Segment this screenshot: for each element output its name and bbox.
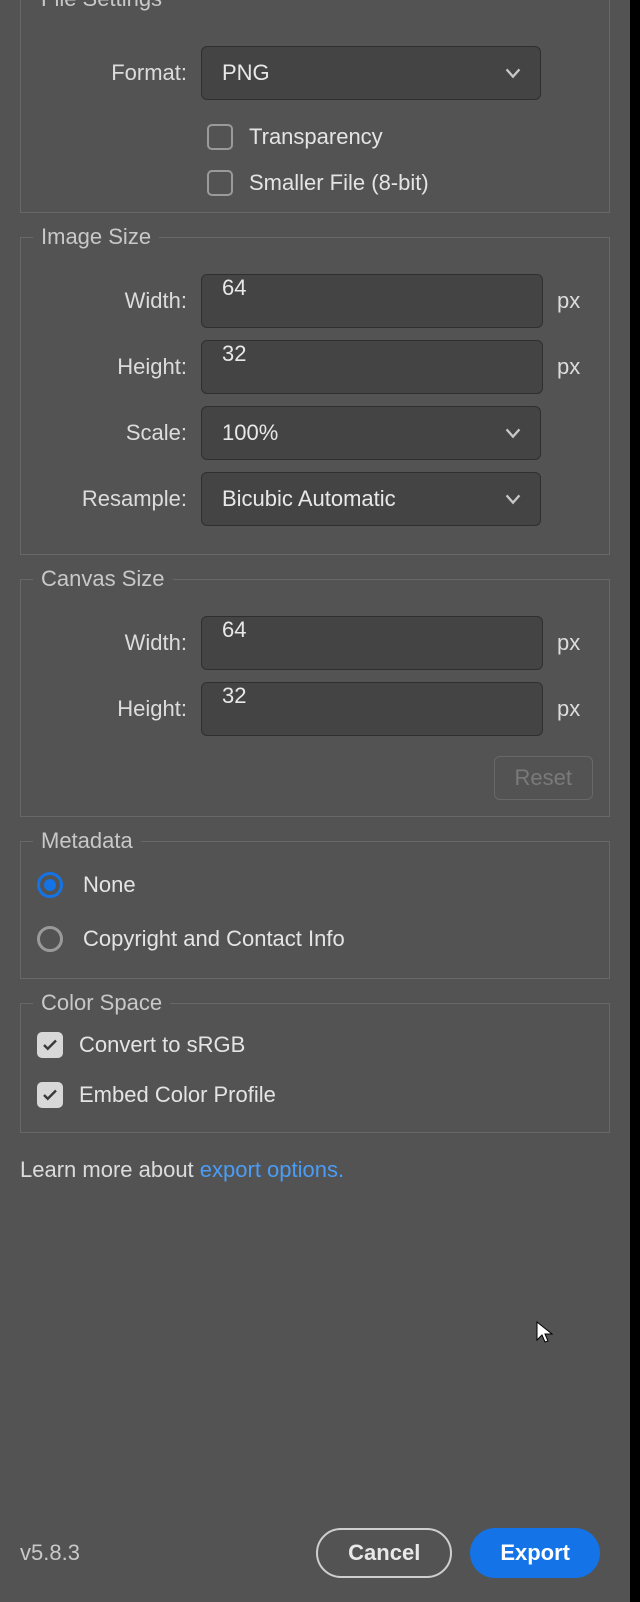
checkbox-row-convert-srgb[interactable]: Convert to sRGB [37,1032,593,1058]
learn-more-prefix: Learn more about [20,1157,200,1182]
input-image-height[interactable]: 32 [201,340,543,394]
label-canvas-height: Height: [37,696,187,722]
button-canvas-reset[interactable]: Reset [494,756,593,800]
input-canvas-width[interactable]: 64 [201,616,543,670]
dropdown-image-resample[interactable]: Bicubic Automatic [201,472,541,526]
legend-metadata: Metadata [33,828,141,854]
checkbox-row-embed-profile[interactable]: Embed Color Profile [37,1082,593,1108]
chevron-down-icon [502,488,524,510]
unit-canvas-height: px [557,696,593,722]
label-image-width: Width: [37,288,187,314]
radio-metadata-copyright[interactable] [37,926,63,952]
value-image-scale: 100% [222,420,278,446]
value-image-width: 64 [222,275,246,300]
input-image-width[interactable]: 64 [201,274,543,328]
value-image-height: 32 [222,341,246,366]
label-format: Format: [37,60,187,86]
legend-file-settings: File Settings [33,0,170,12]
legend-color-space: Color Space [33,990,170,1016]
checkbox-convert-srgb[interactable] [37,1032,63,1058]
value-canvas-height: 32 [222,683,246,708]
group-file-settings: File Settings Format: PNG Transparency S… [20,0,610,213]
button-cancel[interactable]: Cancel [316,1528,452,1578]
label-metadata-none: None [83,872,136,898]
dropdown-image-scale[interactable]: 100% [201,406,541,460]
label-smaller-file: Smaller File (8-bit) [249,170,429,196]
label-canvas-width: Width: [37,630,187,656]
label-version: v5.8.3 [20,1540,80,1566]
checkbox-transparency[interactable] [207,124,233,150]
label-transparency: Transparency [249,124,383,150]
value-canvas-width: 64 [222,617,246,642]
label-embed-profile: Embed Color Profile [79,1082,276,1108]
dropdown-format[interactable]: PNG [201,46,541,100]
label-image-resample: Resample: [37,486,187,512]
dropdown-format-value: PNG [222,60,270,86]
group-color-space: Color Space Convert to sRGB Embed Color … [20,1003,610,1133]
label-image-scale: Scale: [37,420,187,446]
label-image-height: Height: [37,354,187,380]
group-canvas-size: Canvas Size Width: 64 px Height: 32 px R… [20,579,610,817]
checkbox-embed-profile[interactable] [37,1082,63,1108]
group-metadata: Metadata None Copyright and Contact Info [20,841,610,979]
unit-image-width: px [557,288,593,314]
legend-image-size: Image Size [33,224,159,250]
learn-more-text: Learn more about export options. [20,1157,610,1183]
footer: v5.8.3 Cancel Export [20,1528,600,1578]
value-image-resample: Bicubic Automatic [222,486,396,512]
radio-metadata-none[interactable] [37,872,63,898]
input-canvas-height[interactable]: 32 [201,682,543,736]
checkbox-row-transparency[interactable]: Transparency [207,124,593,150]
cursor-icon [534,1320,558,1344]
checkbox-row-smaller-file[interactable]: Smaller File (8-bit) [207,170,593,196]
button-export[interactable]: Export [470,1528,600,1578]
unit-image-height: px [557,354,593,380]
group-image-size: Image Size Width: 64 px Height: 32 px Sc… [20,237,610,555]
radio-row-metadata-copyright[interactable]: Copyright and Contact Info [37,926,593,952]
checkbox-smaller-file[interactable] [207,170,233,196]
chevron-down-icon [502,62,524,84]
chevron-down-icon [502,422,524,444]
unit-canvas-width: px [557,630,593,656]
label-metadata-copyright: Copyright and Contact Info [83,926,345,952]
link-export-options[interactable]: export options. [200,1157,344,1182]
label-convert-srgb: Convert to sRGB [79,1032,245,1058]
radio-row-metadata-none[interactable]: None [37,872,593,898]
export-panel: File Settings Format: PNG Transparency S… [0,0,640,1602]
legend-canvas-size: Canvas Size [33,566,173,592]
